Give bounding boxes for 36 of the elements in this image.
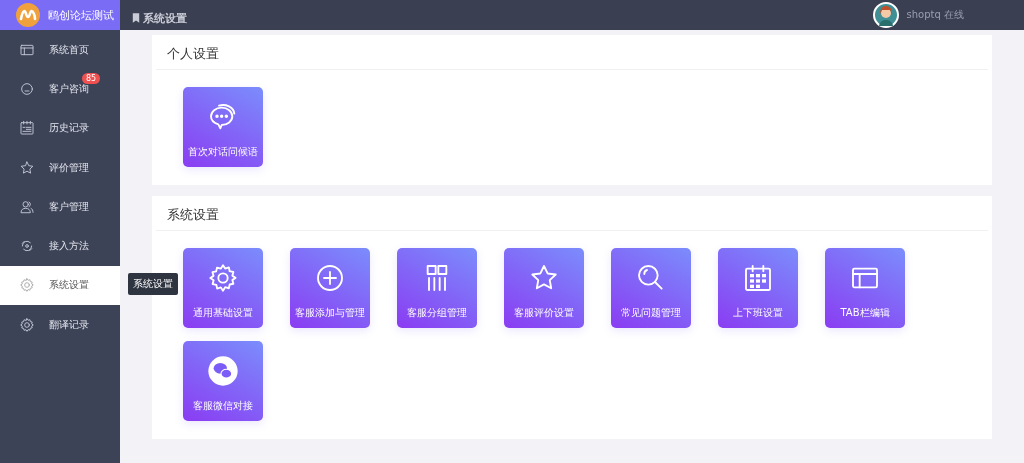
chat-bubbles-icon xyxy=(207,355,239,387)
gear-icon xyxy=(207,262,239,294)
list-icon xyxy=(19,120,35,137)
settings-tile[interactable]: 常见问题管理 xyxy=(611,248,691,328)
sidebar-item[interactable]: 接入方法 xyxy=(0,226,120,266)
plus-icon xyxy=(314,262,346,294)
calendar-icon xyxy=(742,262,774,294)
sidebar-item[interactable]: 评价管理 xyxy=(0,147,120,188)
users-icon xyxy=(19,198,35,215)
sidebar-item[interactable]: 客户咨询 85 xyxy=(0,69,120,109)
settings-tile[interactable]: 客服微信对接 xyxy=(183,341,263,421)
sidebar-item[interactable]: 历史记录 xyxy=(0,108,120,148)
section-title: 系统设置 xyxy=(156,200,988,231)
tooltip: 系统设置 xyxy=(128,272,178,295)
settings-tile[interactable]: 客服评价设置 xyxy=(504,248,584,328)
avatar-icon[interactable] xyxy=(872,2,899,28)
settings-tile[interactable]: TAB栏编辑 xyxy=(825,248,905,328)
settings-tile[interactable]: 通用基础设置 xyxy=(183,248,263,328)
sidebar-item[interactable]: 系统首页 xyxy=(0,30,120,70)
sidebar-item[interactable]: 翻译记录 xyxy=(0,305,120,345)
settings-tile[interactable]: 上下班设置 xyxy=(718,248,798,328)
chat-icon xyxy=(19,80,35,97)
sidebar-item[interactable]: 客户管理 xyxy=(0,187,120,227)
settings-tile[interactable]: 客服分组管理 xyxy=(397,248,477,328)
star-icon xyxy=(19,159,35,176)
count-badge: 85 xyxy=(82,73,101,85)
section-title: 个人设置 xyxy=(156,39,988,70)
gear-icon xyxy=(19,277,35,294)
gear-icon xyxy=(19,316,35,333)
page-title: 系统设置 xyxy=(143,10,187,26)
brand-name: 鸥创论坛测试 xyxy=(48,7,114,23)
settings-tile[interactable]: 客服添加与管理 xyxy=(290,248,370,328)
user-status: shoptq 在线 xyxy=(906,8,964,22)
bookmark-icon xyxy=(132,13,140,23)
settings-tile[interactable]: 首次对话问候语 xyxy=(183,87,263,167)
logo-icon xyxy=(16,3,40,27)
